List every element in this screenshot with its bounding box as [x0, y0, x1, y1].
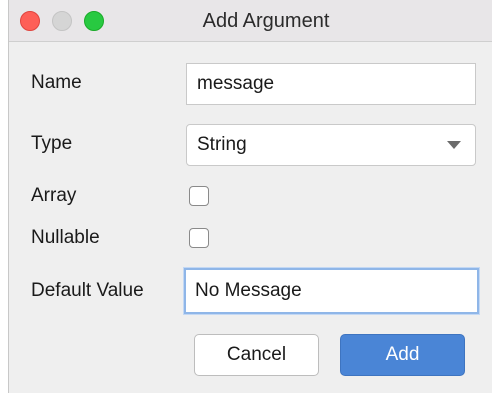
- type-label: Type: [31, 133, 73, 154]
- name-input-value: message: [197, 73, 275, 94]
- array-checkbox[interactable]: [189, 186, 209, 206]
- add-button[interactable]: Add: [340, 334, 465, 376]
- window-title: Add Argument: [202, 10, 330, 32]
- default-value-input[interactable]: No Message: [184, 268, 479, 314]
- default-value-input-value: No Message: [195, 280, 302, 301]
- name-label: Name: [31, 72, 82, 93]
- nullable-checkbox[interactable]: [189, 228, 209, 248]
- default-value-label: Default Value: [31, 280, 144, 301]
- type-select[interactable]: String: [186, 124, 476, 166]
- title-bar[interactable]: Add Argument: [9, 0, 492, 42]
- nullable-label: Nullable: [31, 227, 100, 248]
- array-label: Array: [31, 185, 77, 206]
- name-input[interactable]: message: [186, 63, 476, 105]
- chevron-down-icon: [447, 141, 461, 149]
- type-select-value: String: [197, 134, 247, 155]
- cancel-button[interactable]: Cancel: [194, 334, 319, 376]
- add-argument-dialog: Add Argument Name message Type String Ar…: [8, 0, 492, 393]
